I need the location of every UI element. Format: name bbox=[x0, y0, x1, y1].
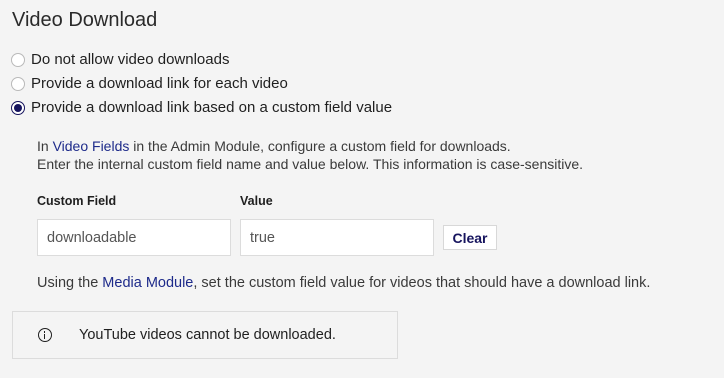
radio-option-no-download[interactable]: Do not allow video downloads bbox=[11, 50, 229, 70]
section-title: Video Download bbox=[12, 9, 158, 31]
radio-option-link-each-video[interactable]: Provide a download link for each video bbox=[11, 74, 288, 94]
media-note-prefix: Using the bbox=[37, 275, 103, 291]
media-note-suffix: , set the custom field value for videos … bbox=[193, 275, 651, 291]
help-text-line-2: Enter the internal custom field name and… bbox=[37, 156, 584, 172]
info-icon bbox=[38, 328, 52, 342]
media-module-link[interactable]: Media Module bbox=[102, 275, 193, 291]
notice-text: YouTube videos cannot be downloaded. bbox=[79, 327, 336, 343]
help-text-line-1: In Video Fields in the Admin Module, con… bbox=[37, 137, 511, 155]
clear-button[interactable]: Clear bbox=[443, 225, 497, 250]
radio-button[interactable] bbox=[11, 77, 25, 91]
radio-button[interactable] bbox=[11, 53, 25, 67]
help-text-prefix: In bbox=[37, 138, 53, 154]
radio-option-custom-field[interactable]: Provide a download link based on a custo… bbox=[11, 98, 392, 118]
radio-label: Do not allow video downloads bbox=[31, 51, 230, 68]
youtube-notice: YouTube videos cannot be downloaded. bbox=[12, 311, 398, 359]
help-text-suffix: in the Admin Module, configure a custom … bbox=[129, 138, 511, 154]
video-fields-link[interactable]: Video Fields bbox=[53, 138, 130, 154]
custom-field-label: Custom Field bbox=[37, 194, 117, 208]
radio-button-selected[interactable] bbox=[11, 101, 25, 115]
radio-label: Provide a download link for each video bbox=[31, 75, 288, 92]
media-module-note: Using the Media Module, set the custom f… bbox=[37, 274, 650, 292]
value-label: Value bbox=[240, 194, 273, 208]
custom-field-input[interactable] bbox=[37, 219, 231, 256]
value-input[interactable] bbox=[240, 219, 434, 256]
radio-label: Provide a download link based on a custo… bbox=[31, 99, 393, 116]
